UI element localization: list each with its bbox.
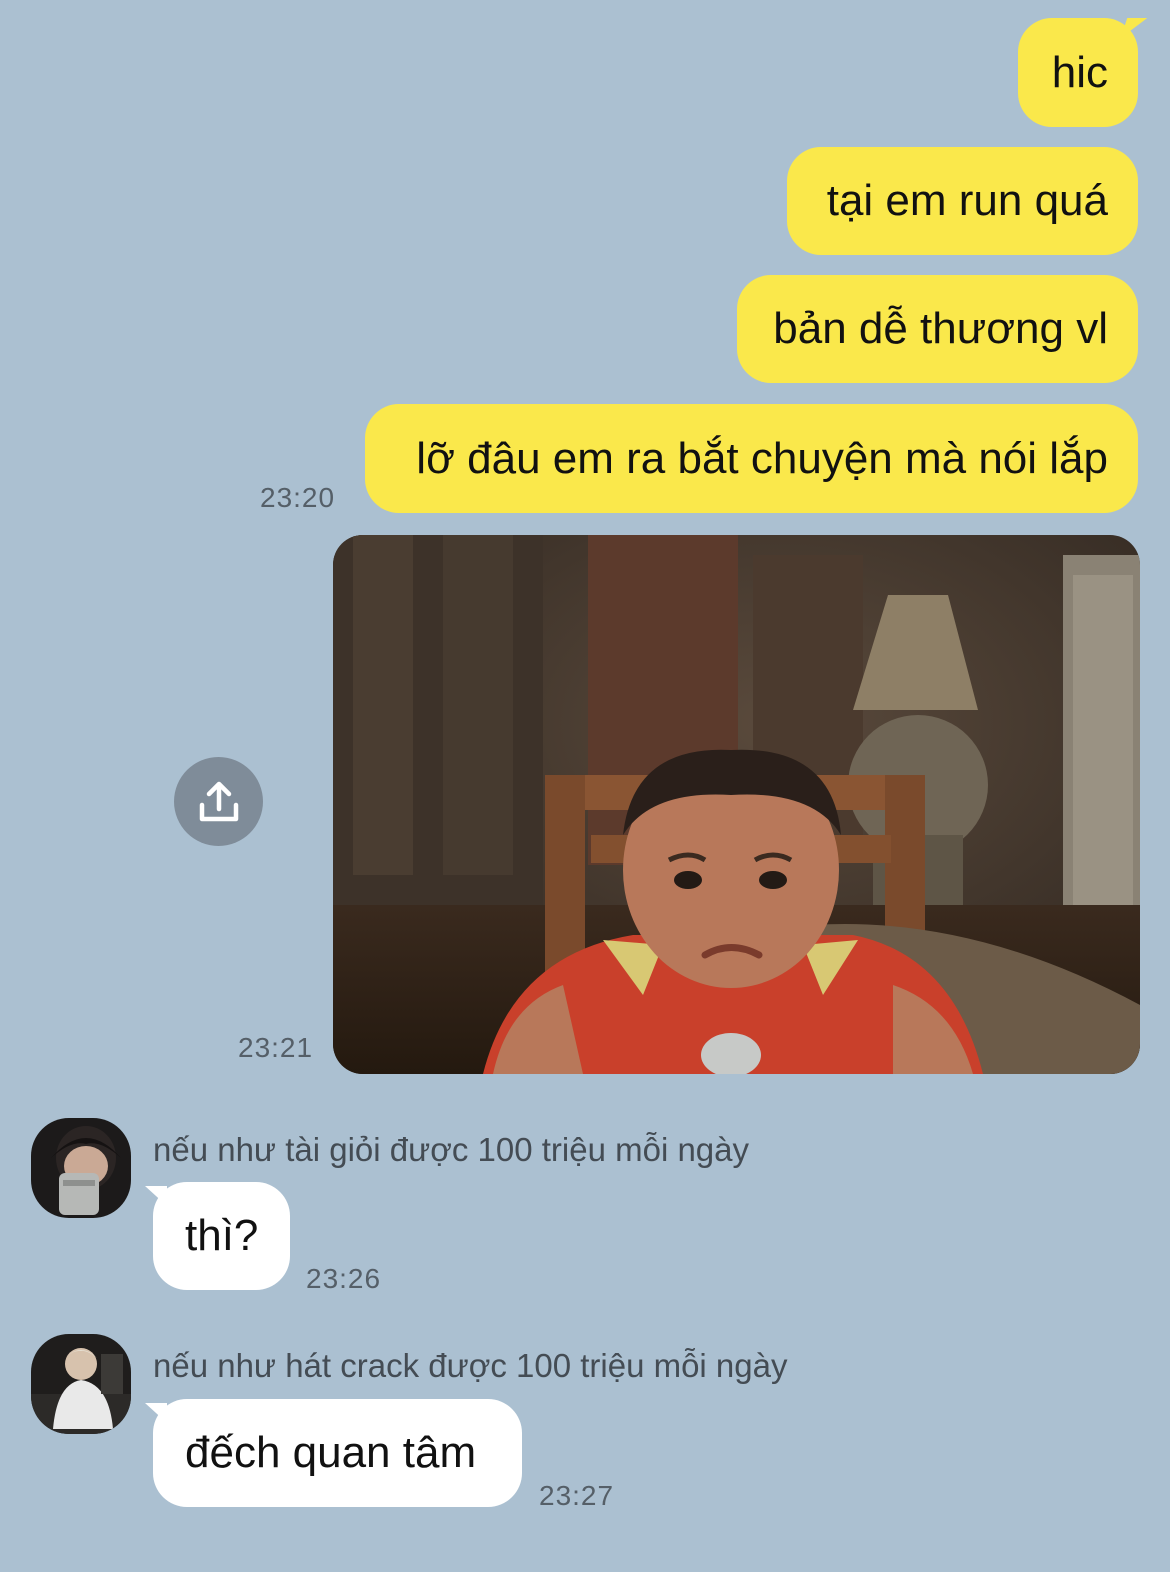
bubble-tail (145, 1403, 167, 1423)
avatar[interactable] (31, 1334, 131, 1434)
outgoing-message[interactable]: hic (1018, 18, 1148, 127)
share-button[interactable] (174, 757, 263, 846)
message-text: bản dễ thương vl (773, 304, 1108, 353)
photo-message[interactable] (333, 535, 1140, 1074)
message-timestamp: 23:26 (306, 1263, 382, 1294)
photo-image (333, 535, 1140, 1074)
avatar[interactable] (31, 1118, 131, 1218)
avatar-image (31, 1334, 131, 1434)
message-text: hic (1051, 47, 1108, 97)
photo-timestamp: 23:21 (238, 1032, 314, 1063)
message-text: tại em run quá (826, 176, 1108, 225)
sender-name: nếu như tài giỏi được 100 triệu mỗi ngày (153, 1131, 749, 1168)
share-upload-icon (199, 781, 238, 821)
message-text: lỡ đâu em ra bắt chuyện mà nói lắp (416, 433, 1108, 483)
sender-name: nếu như hát crack được 100 triệu mỗi ngà… (153, 1347, 788, 1384)
outgoing-message[interactable]: lỡ đâu em ra bắt chuyện mà nói lắp (365, 404, 1138, 513)
avatar-image (31, 1118, 131, 1218)
incoming-message[interactable]: thì? (153, 1182, 290, 1290)
incoming-message[interactable]: đếch quan tâm (153, 1399, 522, 1507)
outgoing-message[interactable]: bản dễ thương vl (737, 275, 1138, 383)
message-timestamp: 23:20 (260, 482, 336, 513)
message-text: thì? (185, 1211, 259, 1260)
message-timestamp: 23:27 (539, 1480, 615, 1511)
message-text: đếch quan tâm (185, 1428, 477, 1477)
outgoing-message[interactable]: tại em run quá (787, 147, 1138, 255)
bubble-tail (1120, 18, 1148, 38)
bubble-tail (145, 1186, 167, 1206)
